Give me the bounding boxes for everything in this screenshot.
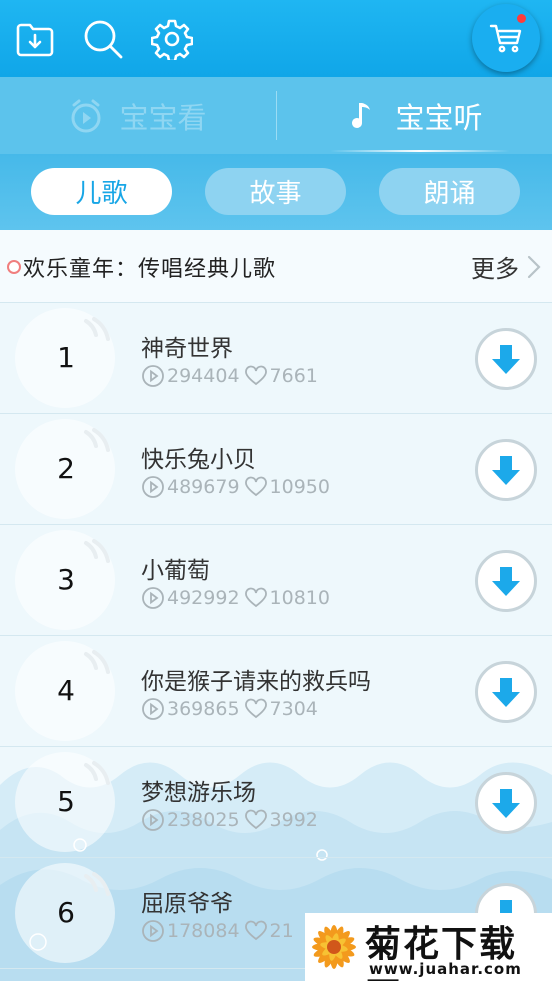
watermark: 菊花下载网 www.juahar.com [305,913,552,981]
tab-children-songs[interactable]: 儿歌 [31,168,172,215]
song-stats: 178084 21 [141,919,294,943]
search-icon[interactable] [82,18,124,60]
like-count: 10950 [269,476,330,498]
like-count: 21 [269,920,294,942]
song-rank: 2 [57,452,75,485]
category-tabs: 儿歌 故事 朗诵 [0,154,552,230]
play-count: 294404 [167,365,240,387]
play-count-icon [141,697,167,721]
like-count: 7304 [269,698,318,720]
song-row[interactable]: 5 梦想游乐场 238025 3992 [0,747,552,858]
watermark-url: www.juahar.com [369,960,522,978]
tab-recitation[interactable]: 朗诵 [379,168,520,215]
mode-switch: 宝宝看 宝宝听 [0,77,552,154]
download-button[interactable] [475,439,537,501]
song-stats: 369865 7304 [141,697,318,721]
mode-watch-label: 宝宝看 [119,100,207,135]
song-stats: 492992 10810 [141,586,330,610]
download-button[interactable] [475,550,537,612]
gear-icon[interactable] [150,18,194,63]
play-count: 369865 [167,698,240,720]
cart-icon [489,24,522,53]
song-stats: 489679 10950 [141,475,330,499]
heart-icon [244,475,270,499]
song-rank: 5 [57,785,75,818]
song-title: 你是猴子请来的救兵吗 [141,669,371,695]
song-rank: 6 [57,896,75,929]
play-count: 178084 [167,920,240,942]
more-link[interactable]: 更多 [471,249,519,284]
section-header: 欢乐童年：传唱经典儿歌 更多 [0,230,552,303]
play-count: 238025 [167,809,240,831]
song-row[interactable]: 4 你是猴子请来的救兵吗 369865 7304 [0,636,552,747]
play-count-icon [141,919,167,943]
song-title: 梦想游乐场 [141,780,256,806]
mode-listen[interactable]: 宝宝听 [276,77,552,154]
chrysanthemum-logo [312,925,356,969]
song-title: 屈原爷爷 [141,891,233,917]
play-count-icon [141,364,167,388]
play-count: 492992 [167,587,240,609]
like-count: 7661 [269,365,318,387]
mode-listen-label: 宝宝听 [395,100,483,135]
song-title: 快乐兔小贝 [141,447,256,473]
song-rank: 1 [57,341,75,374]
heart-icon [244,586,270,610]
song-list: 1 神奇世界 294404 7661 2 快乐兔小贝 489679 10950 3 小葡萄 4929… [0,303,552,969]
heart-icon [244,364,270,388]
cart-button[interactable] [472,4,540,72]
play-count-icon [141,808,167,832]
cart-badge [517,14,526,23]
mode-selected-underline [330,150,510,152]
section-title: 欢乐童年：传唱经典儿歌 [23,257,277,282]
heart-icon [244,919,270,943]
like-count: 10810 [269,587,330,609]
mode-watch[interactable]: 宝宝看 [0,77,276,154]
tab-stories[interactable]: 故事 [205,168,346,215]
chevron-right-icon[interactable] [526,254,542,280]
song-stats: 294404 7661 [141,364,318,388]
song-row[interactable]: 3 小葡萄 492992 10810 [0,525,552,636]
song-title: 小葡萄 [141,558,210,584]
song-row[interactable]: 1 神奇世界 294404 7661 [0,303,552,414]
play-count: 489679 [167,476,240,498]
song-row[interactable]: 2 快乐兔小贝 489679 10950 [0,414,552,525]
section-bullet-icon [7,260,21,274]
heart-icon [244,697,270,721]
song-title: 神奇世界 [141,336,233,362]
download-folder-icon[interactable] [14,18,56,60]
play-count-icon [141,475,167,499]
like-count: 3992 [269,809,318,831]
download-button[interactable] [475,772,537,834]
alarm-clock-play-icon [71,99,101,132]
music-note-icon [352,102,371,128]
song-rank: 4 [57,674,75,707]
play-count-icon [141,586,167,610]
song-rank: 3 [57,563,75,596]
top-bar [0,0,552,77]
song-stats: 238025 3992 [141,808,318,832]
download-button[interactable] [475,661,537,723]
heart-icon [244,808,270,832]
download-button[interactable] [475,328,537,390]
